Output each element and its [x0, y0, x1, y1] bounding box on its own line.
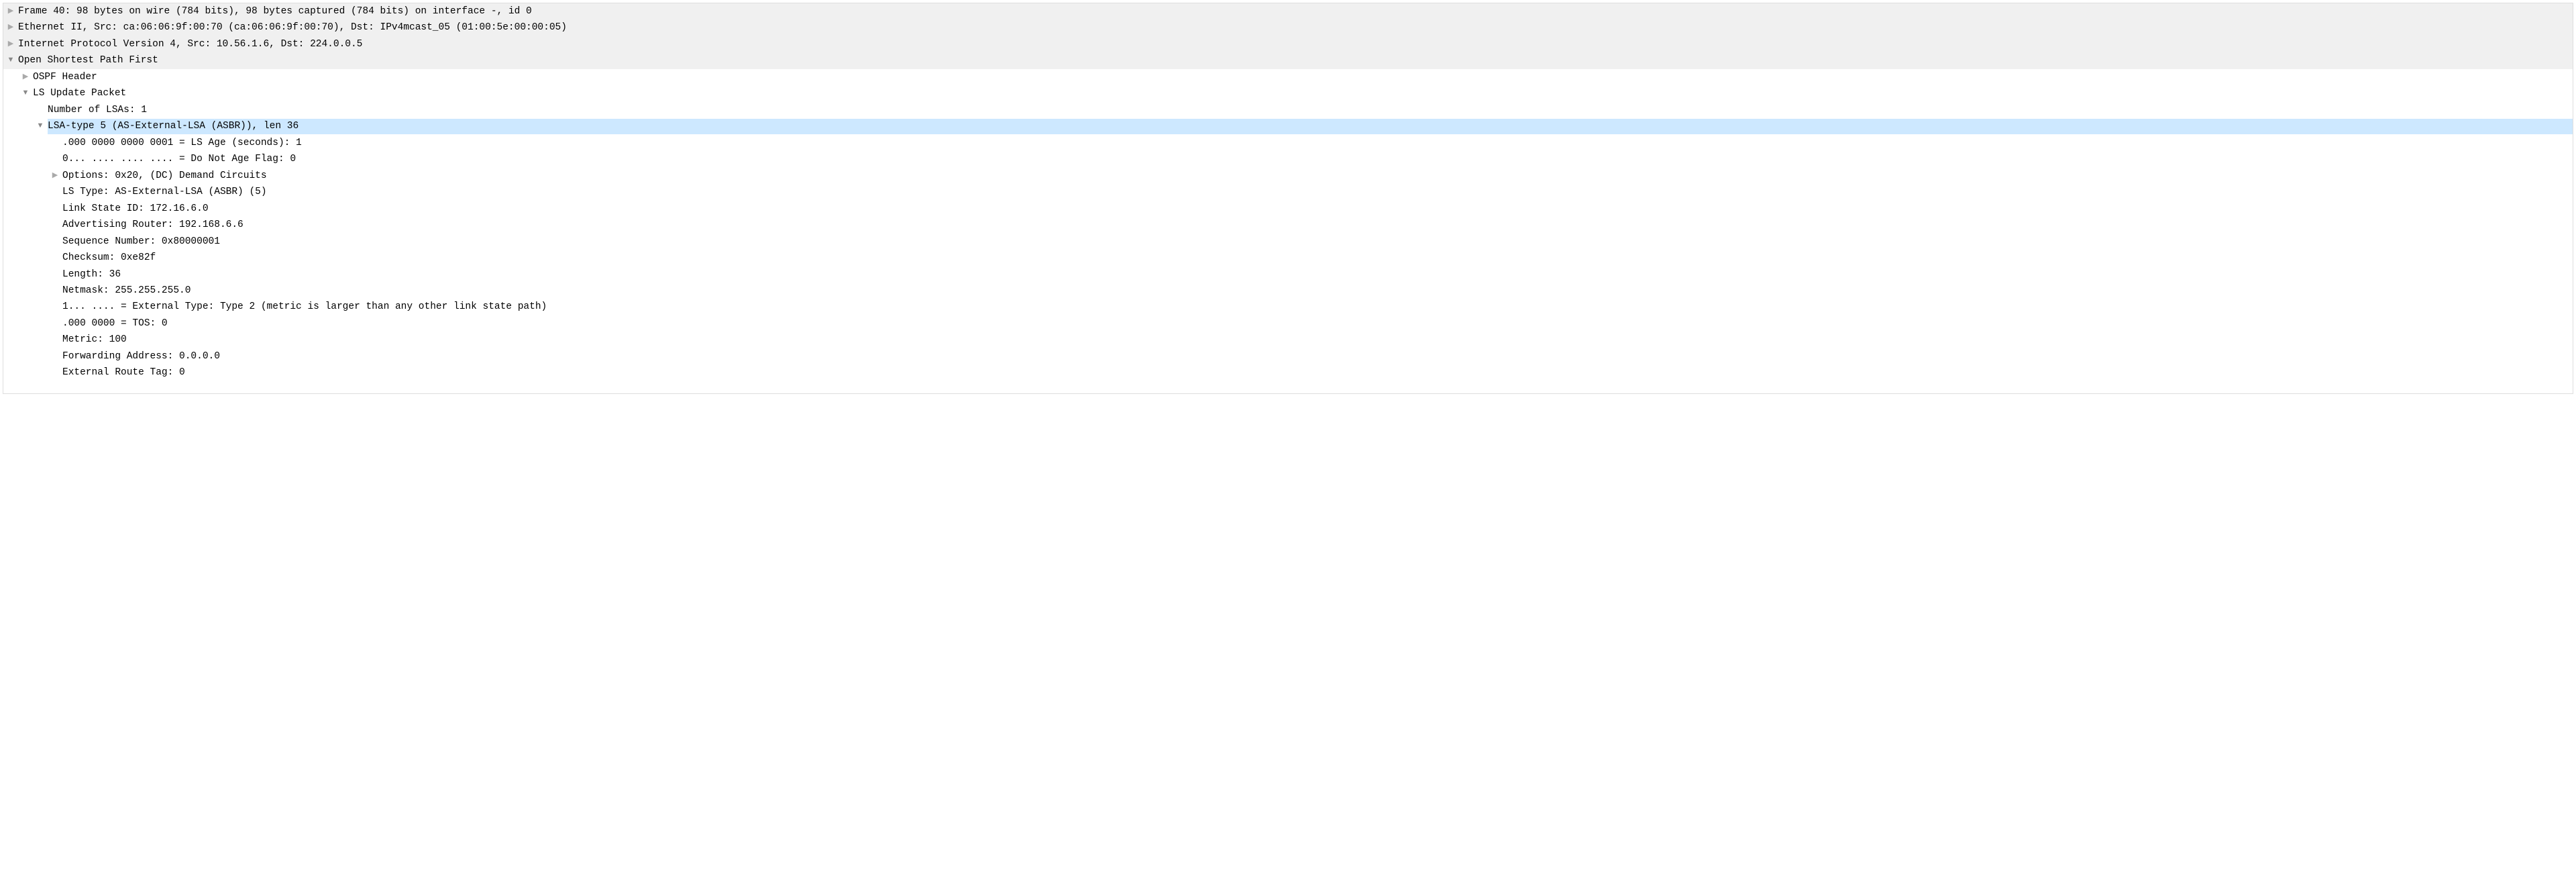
tree-row-label: Length: 36	[62, 267, 2573, 282]
tree-row-label: LS Update Packet	[33, 86, 2573, 101]
tree-row[interactable]: LS Update Packet	[3, 85, 2573, 101]
tree-row[interactable]: OSPF Header	[3, 69, 2573, 85]
tree-row[interactable]: Ethernet II, Src: ca:06:06:9f:00:70 (ca:…	[3, 19, 2573, 36]
tree-row-label: Number of LSAs: 1	[48, 103, 2573, 117]
chevron-right-icon[interactable]	[48, 168, 62, 183]
tree-row-label: .000 0000 0000 0001 = LS Age (seconds): …	[62, 136, 2573, 150]
chevron-down-icon[interactable]	[33, 119, 48, 133]
tree-row-label: Frame 40: 98 bytes on wire (784 bits), 9…	[18, 4, 2573, 19]
tree-row-label: Internet Protocol Version 4, Src: 10.56.…	[18, 37, 2573, 52]
tree-row-label: External Route Tag: 0	[62, 365, 2573, 380]
tree-row[interactable]: LSA-type 5 (AS-External-LSA (ASBR)), len…	[3, 118, 2573, 134]
chevron-right-icon[interactable]	[3, 37, 18, 51]
tree-row[interactable]: Options: 0x20, (DC) Demand Circuits	[3, 168, 2573, 184]
tree-row-label: 1... .... = External Type: Type 2 (metri…	[62, 299, 2573, 314]
tree-row-label: Advertising Router: 192.168.6.6	[62, 217, 2573, 232]
tree-row-label: Ethernet II, Src: ca:06:06:9f:00:70 (ca:…	[18, 20, 2573, 35]
tree-row[interactable]: 1... .... = External Type: Type 2 (metri…	[3, 299, 2573, 315]
tree-row[interactable]: LS Type: AS-External-LSA (ASBR) (5)	[3, 184, 2573, 200]
chevron-down-icon[interactable]	[3, 53, 18, 67]
tree-row[interactable]: Advertising Router: 192.168.6.6	[3, 217, 2573, 233]
tree-row[interactable]: Sequence Number: 0x80000001	[3, 234, 2573, 250]
tree-row[interactable]: Frame 40: 98 bytes on wire (784 bits), 9…	[3, 3, 2573, 19]
chevron-right-icon[interactable]	[18, 70, 33, 84]
tree-row-label: OSPF Header	[33, 70, 2573, 85]
tree-row-label: Open Shortest Path First	[18, 53, 2573, 68]
tree-row[interactable]: .000 0000 0000 0001 = LS Age (seconds): …	[3, 135, 2573, 151]
tree-row[interactable]: Open Shortest Path First	[3, 52, 2573, 68]
chevron-down-icon[interactable]	[18, 86, 33, 100]
tree-row[interactable]: Forwarding Address: 0.0.0.0	[3, 348, 2573, 364]
tree-row-label: .000 0000 = TOS: 0	[62, 316, 2573, 331]
packet-details-pane[interactable]: Frame 40: 98 bytes on wire (784 bits), 9…	[3, 3, 2573, 394]
tree-row[interactable]: 0... .... .... .... = Do Not Age Flag: 0	[3, 151, 2573, 167]
tree-row[interactable]: Netmask: 255.255.255.0	[3, 283, 2573, 299]
tree-row-label: Checksum: 0xe82f	[62, 250, 2573, 265]
tree-row[interactable]: Link State ID: 172.16.6.0	[3, 201, 2573, 217]
tree-row[interactable]: External Route Tag: 0	[3, 364, 2573, 381]
chevron-right-icon[interactable]	[3, 20, 18, 34]
tree-row-label: Sequence Number: 0x80000001	[62, 234, 2573, 249]
chevron-right-icon[interactable]	[3, 4, 18, 18]
tree-row[interactable]: Checksum: 0xe82f	[3, 250, 2573, 266]
tree-row-label: Netmask: 255.255.255.0	[62, 283, 2573, 298]
tree-row-label: LSA-type 5 (AS-External-LSA (ASBR)), len…	[48, 119, 2573, 134]
tree-row-label: Options: 0x20, (DC) Demand Circuits	[62, 168, 2573, 183]
tree-row-label: Link State ID: 172.16.6.0	[62, 201, 2573, 216]
tree-row[interactable]: Length: 36	[3, 266, 2573, 283]
tree-row-label: Metric: 100	[62, 332, 2573, 347]
tree-row[interactable]: Number of LSAs: 1	[3, 102, 2573, 118]
tree-row-label: 0... .... .... .... = Do Not Age Flag: 0	[62, 152, 2573, 166]
tree-row[interactable]: Internet Protocol Version 4, Src: 10.56.…	[3, 36, 2573, 52]
tree-row-label: Forwarding Address: 0.0.0.0	[62, 349, 2573, 364]
tree-row[interactable]: Metric: 100	[3, 332, 2573, 348]
tree-row-label: LS Type: AS-External-LSA (ASBR) (5)	[62, 185, 2573, 199]
tree-row[interactable]: .000 0000 = TOS: 0	[3, 315, 2573, 332]
